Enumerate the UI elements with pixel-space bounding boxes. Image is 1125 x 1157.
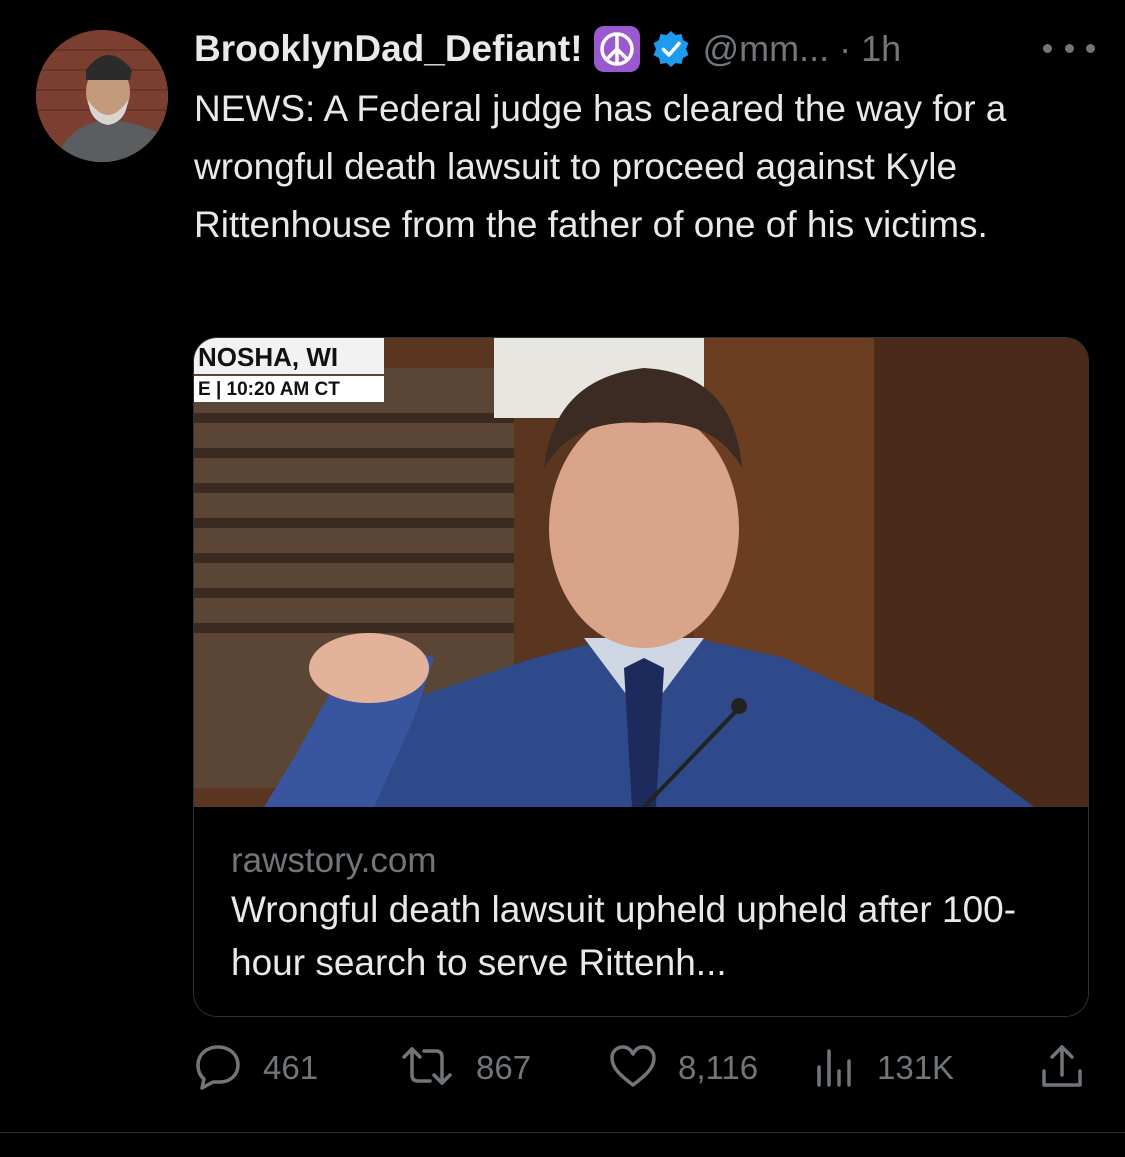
reply-count: 461 bbox=[263, 1049, 319, 1086]
views-icon bbox=[813, 1041, 857, 1096]
card-image: NOSHA, WI E | 10:20 AM CT bbox=[194, 338, 1088, 809]
retweet-icon bbox=[398, 1041, 456, 1096]
chyron-time: E | 10:20 AM CT bbox=[198, 379, 340, 400]
card-headline[interactable]: Wrongful death lawsuit upheld upheld aft… bbox=[231, 883, 1051, 989]
like-count: 8,116 bbox=[678, 1049, 759, 1086]
avatar[interactable] bbox=[36, 30, 168, 162]
tweet-header: BrooklynDad_Defiant! @mm... · 1h bbox=[194, 22, 1095, 76]
like-button[interactable]: 8,116 bbox=[608, 1038, 758, 1098]
views-button[interactable]: 131K bbox=[813, 1038, 954, 1098]
timestamp[interactable]: 1h bbox=[861, 28, 901, 70]
chyron-location: NOSHA, WI bbox=[198, 342, 339, 372]
views-count: 131K bbox=[877, 1049, 955, 1086]
share-button[interactable] bbox=[1038, 1038, 1086, 1098]
card-domain[interactable]: rawstory.com bbox=[231, 841, 437, 881]
share-icon bbox=[1038, 1041, 1086, 1096]
retweet-count: 867 bbox=[476, 1049, 532, 1086]
verified-icon[interactable] bbox=[651, 29, 691, 69]
handle[interactable]: @mm... bbox=[703, 28, 830, 70]
reply-button[interactable]: 461 bbox=[193, 1038, 318, 1098]
separator: · bbox=[839, 28, 852, 69]
retweet-button[interactable]: 867 bbox=[398, 1038, 531, 1098]
divider bbox=[0, 1132, 1125, 1133]
peace-icon bbox=[593, 25, 641, 73]
like-icon bbox=[608, 1041, 658, 1096]
more-icon[interactable] bbox=[1043, 28, 1095, 68]
display-name[interactable]: BrooklynDad_Defiant! bbox=[194, 28, 583, 70]
card-info: rawstory.com Wrongful death lawsuit uphe… bbox=[194, 825, 1088, 1016]
reply-icon bbox=[193, 1041, 243, 1096]
tweet-text: NEWS: A Federal judge has cleared the wa… bbox=[194, 88, 1007, 245]
action-bar: 461 867 8,116 131K bbox=[193, 1038, 1093, 1098]
link-card[interactable]: NOSHA, WI E | 10:20 AM CT rawstory.com W… bbox=[193, 337, 1089, 1017]
